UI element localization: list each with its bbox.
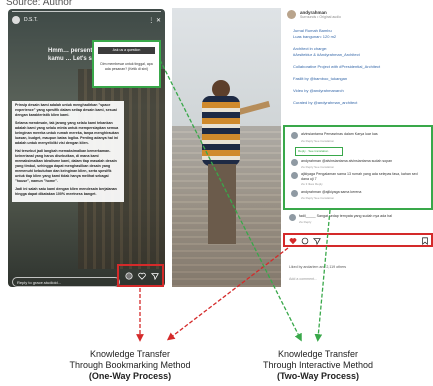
arrow-layer: [136, 59, 331, 342]
two-way-label: Knowledge Transfer Through Interactive M…: [248, 349, 388, 382]
question-interactive-arrow: [159, 59, 302, 342]
one-way-label: Knowledge Transfer Through Bookmarking M…: [60, 349, 200, 382]
post-bookmark-arrow: [166, 247, 289, 341]
two-way-label-line1: Knowledge Transfer: [277, 349, 359, 359]
two-way-label-line3: (Two-Way Process): [276, 371, 359, 381]
one-way-label-line1: Knowledge Transfer: [89, 349, 171, 359]
one-way-label-line2: Through Bookmarking Method: [69, 360, 191, 370]
one-way-label-line3: (One-Way Process): [88, 371, 172, 381]
two-way-label-line2: Through Interactive Method: [262, 360, 374, 370]
comment-interactive-arrow: [314, 209, 331, 342]
